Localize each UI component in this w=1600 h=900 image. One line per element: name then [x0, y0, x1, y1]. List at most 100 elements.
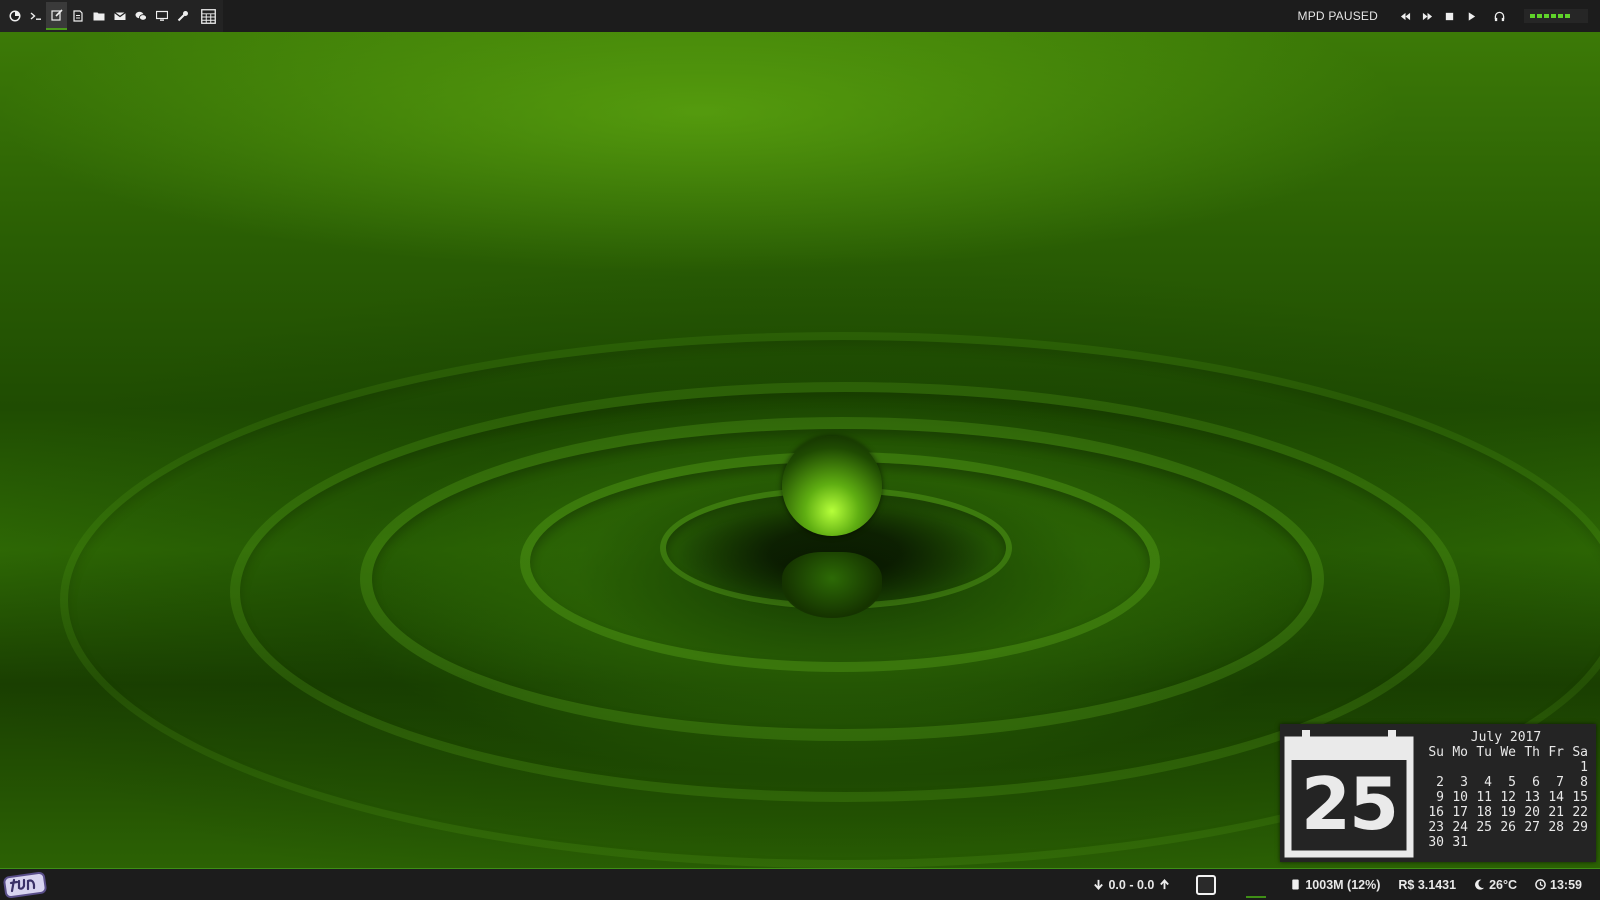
- headphones-icon[interactable]: [1488, 2, 1510, 30]
- moon-icon: [1475, 879, 1485, 890]
- currency-rate-value: R$ 3.1431: [1398, 877, 1457, 892]
- volume-slider[interactable]: [1524, 9, 1588, 23]
- calendar-date: [1540, 760, 1564, 775]
- calendar-date: 30: [1428, 835, 1444, 850]
- volume-level-fill: [1530, 14, 1571, 18]
- clock-icon: [1535, 879, 1546, 890]
- calendar-date: 3: [1460, 775, 1468, 790]
- calendar-date: 7: [1556, 775, 1564, 790]
- calendar-week-row: 30 31: [1420, 835, 1592, 850]
- calendar-date: 1: [1580, 760, 1588, 775]
- calendar-date: [1492, 835, 1516, 850]
- tile-layout-icon[interactable]: [2, 871, 48, 899]
- calendar-week-row: 9 10 11 12 13 14 15: [1420, 790, 1592, 805]
- calendar-date: 11: [1476, 790, 1492, 805]
- water-droplet: [782, 436, 882, 536]
- status-area: 0.0 - 0.0 1003M (12%) R$ 3.1431 26°C 13:…: [1093, 869, 1600, 900]
- calendar-widget: 25 July 2017 Su Mo Tu We Th Fr Sa 1 2 3 …: [1280, 724, 1596, 862]
- calendar-date: 25: [1476, 820, 1492, 835]
- task-indicator: [1246, 895, 1267, 898]
- calendar-date: 31: [1452, 835, 1468, 850]
- calendar-week-row: 2 3 4 5 6 7 8: [1420, 775, 1592, 790]
- distro-logo-icon[interactable]: [4, 2, 25, 30]
- monitor-icon[interactable]: [151, 2, 172, 30]
- calendar-date: [1540, 835, 1564, 850]
- calendar-date: 16: [1428, 805, 1444, 820]
- weekday-label: Sa: [1572, 745, 1588, 760]
- launcher-bar: [0, 0, 223, 32]
- calendar-week-row: 16 17 18 19 20 21 22: [1420, 805, 1592, 820]
- mpd-status: MPD PAUSED: [1297, 9, 1378, 23]
- calendar-date: 28: [1548, 820, 1564, 835]
- weather: 26°C: [1474, 878, 1517, 892]
- calendar-date: 21: [1548, 805, 1564, 820]
- droplet-reflection: [782, 552, 882, 618]
- calendar-date: 20: [1524, 805, 1540, 820]
- wrench-icon[interactable]: [172, 2, 193, 30]
- calendar-date: 5: [1508, 775, 1516, 790]
- memory-usage-value: 1003M (12%): [1305, 877, 1381, 892]
- bottom-panel: 0.0 - 0.0 1003M (12%) R$ 3.1431 26°C 13:…: [0, 868, 1600, 900]
- network-speed-value: 0.0 - 0.0: [1108, 877, 1155, 892]
- calculator-icon[interactable]: [193, 2, 223, 30]
- calendar-date: 17: [1452, 805, 1468, 820]
- chat-icon[interactable]: [130, 2, 151, 30]
- memory-chip-icon: [1292, 879, 1300, 890]
- play-icon[interactable]: [1460, 2, 1482, 30]
- calendar-date: 18: [1476, 805, 1492, 820]
- network-speed: 0.0 - 0.0: [1093, 878, 1174, 892]
- calendar-date: 6: [1532, 775, 1540, 790]
- calendar-date: 4: [1484, 775, 1492, 790]
- arrow-down-icon: [1094, 879, 1104, 890]
- calendar-date: 10: [1452, 790, 1468, 805]
- calendar-date: [1492, 760, 1516, 775]
- calendar-month-title: July 2017: [1470, 730, 1542, 745]
- edit-icon[interactable]: [46, 2, 67, 30]
- calendar-date: 19: [1500, 805, 1516, 820]
- stop-icon[interactable]: [1438, 2, 1460, 30]
- calendar-date: 24: [1452, 820, 1468, 835]
- calendar-date: 26: [1500, 820, 1516, 835]
- calendar-date: 27: [1524, 820, 1540, 835]
- calendar-date: 14: [1548, 790, 1564, 805]
- weekday-label: Fr: [1548, 745, 1564, 760]
- fast-forward-icon[interactable]: [1416, 2, 1438, 30]
- calendar-date: 2: [1436, 775, 1444, 790]
- folder-icon[interactable]: [88, 2, 109, 30]
- media-controls: MPD PAUSED: [1298, 0, 1600, 32]
- calendar-date: [1564, 835, 1588, 850]
- calendar-day-number: 25: [1300, 762, 1399, 846]
- calendar-date: 22: [1572, 805, 1588, 820]
- currency-rate: R$ 3.1431: [1398, 878, 1456, 892]
- terminal-icon[interactable]: [25, 2, 46, 30]
- weekday-label: We: [1500, 745, 1516, 760]
- clock-time: 13:59: [1550, 877, 1582, 892]
- calendar-date: 15: [1572, 790, 1588, 805]
- calendar-date: 23: [1428, 820, 1444, 835]
- taskbar-window-list: [1192, 871, 1272, 899]
- arrow-up-icon: [1160, 879, 1170, 890]
- calendar-date: 12: [1500, 790, 1516, 805]
- calendar-date: [1516, 835, 1540, 850]
- calendar-weekday-row: Su Mo Tu We Th Fr Sa: [1420, 745, 1592, 760]
- memory-usage: 1003M (12%): [1290, 878, 1380, 892]
- clock[interactable]: 13:59: [1535, 878, 1582, 892]
- calendar-date: [1420, 760, 1444, 775]
- top-panel: MPD PAUSED: [0, 0, 1600, 32]
- weekday-label: Tu: [1476, 745, 1492, 760]
- calendar-date: 9: [1436, 790, 1444, 805]
- calendar-date: 13: [1524, 790, 1540, 805]
- weekday-label: Su: [1428, 745, 1444, 760]
- calendar-date: 8: [1580, 775, 1588, 790]
- calendar-week-row: 23 24 25 26 27 28 29: [1420, 820, 1592, 835]
- mail-icon[interactable]: [109, 2, 130, 30]
- calendar-week-row: 1: [1420, 760, 1592, 775]
- weekday-label: Mo: [1452, 745, 1468, 760]
- document-icon[interactable]: [67, 2, 88, 30]
- window-task-button[interactable]: [1196, 874, 1217, 895]
- calendar-date: 29: [1572, 820, 1588, 835]
- calendar-date: [1444, 760, 1468, 775]
- calendar-date: [1468, 835, 1492, 850]
- rewind-icon[interactable]: [1394, 2, 1416, 30]
- calendar-date: [1516, 760, 1540, 775]
